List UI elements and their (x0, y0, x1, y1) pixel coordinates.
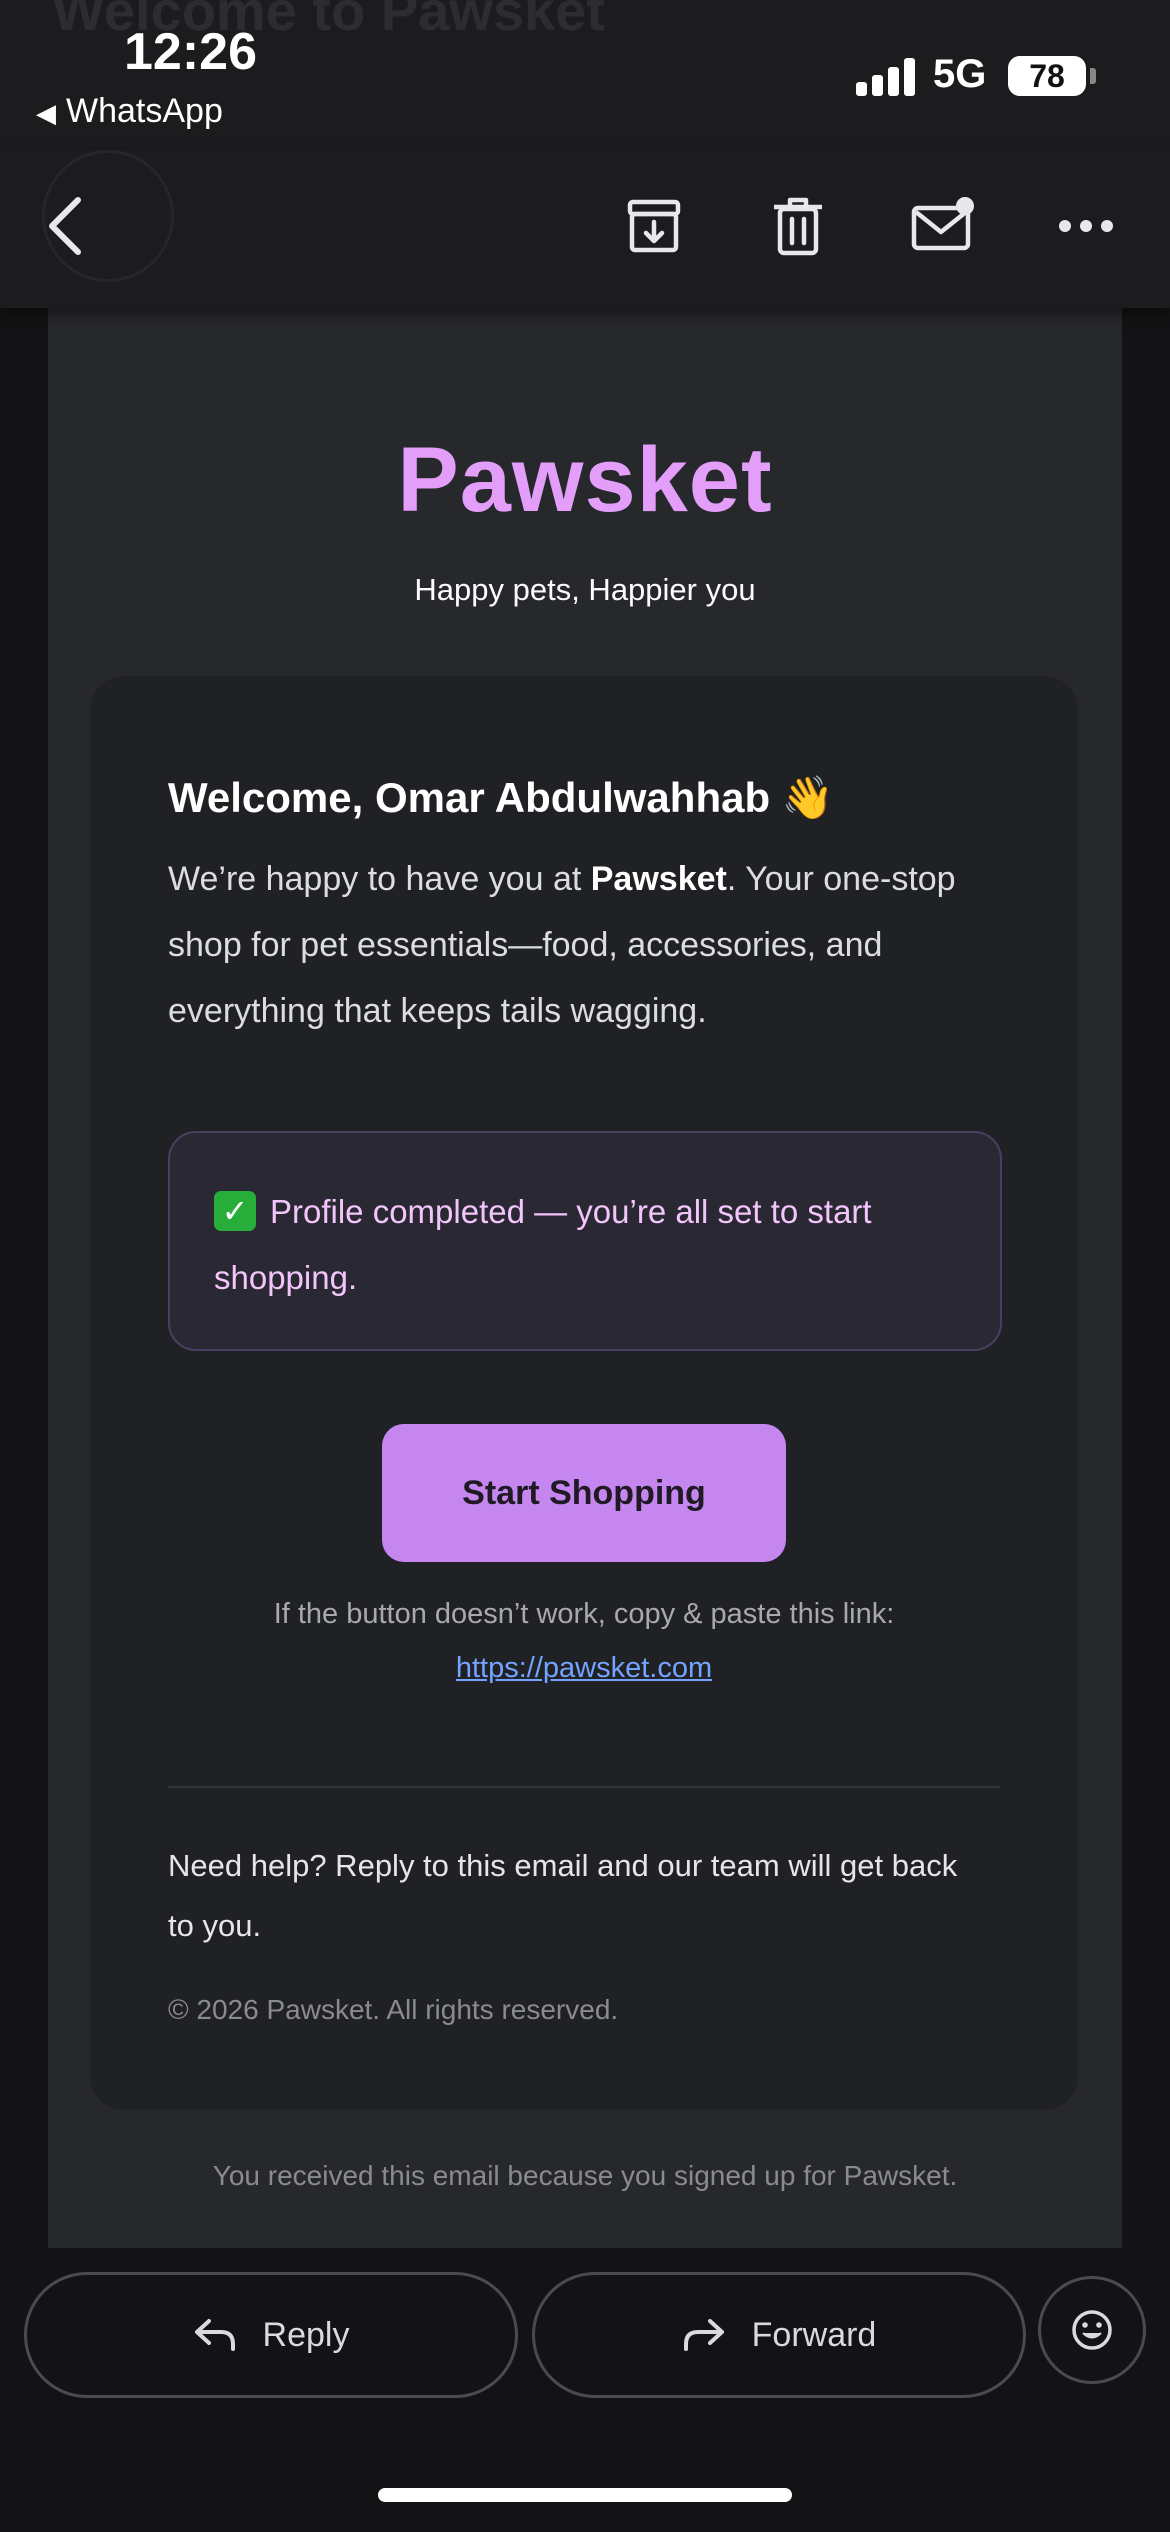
notice-text: Profile completed — you’re all set to st… (214, 1193, 872, 1296)
forward-label: Forward (751, 2315, 877, 2354)
welcome-heading: Welcome, Omar Abdulwahhab 👋 (168, 774, 835, 821)
brand-logo-text: Pawsket (397, 429, 773, 531)
cellular-signal-icon (856, 58, 916, 96)
more-icon (1059, 220, 1113, 232)
back-chevron-icon (49, 197, 81, 255)
smiley-icon (1072, 2310, 1112, 2350)
battery-tip (1090, 68, 1096, 84)
start-shopping-button[interactable]: Start Shopping (382, 1424, 786, 1562)
trash-icon (774, 197, 822, 256)
reply-label: Reply (262, 2315, 350, 2354)
forward-button[interactable]: Forward (532, 2272, 1026, 2398)
status-time: 12:26 (124, 23, 257, 81)
battery-icon: 78 (1008, 56, 1086, 96)
more-button[interactable] (1048, 188, 1124, 264)
delete-button[interactable] (760, 188, 836, 264)
intro-paragraph: We’re happy to have you at Pawsket. Your… (168, 846, 1018, 1044)
email-body: Pawsket Happy pets, Happier you Welcome,… (48, 308, 1122, 2248)
archive-icon (627, 199, 681, 253)
battery-level: 78 (1029, 57, 1065, 94)
back-triangle-icon: ◀ (36, 98, 56, 128)
divider (168, 1786, 1000, 1788)
back-app-label: WhatsApp (66, 92, 223, 130)
profile-complete-notice: ✓ Profile completed — you’re all set to … (168, 1131, 1002, 1351)
intro-brand: Pawsket (590, 860, 727, 898)
home-indicator[interactable] (378, 2488, 792, 2502)
forward-icon (683, 2319, 724, 2351)
status-bar: Welcome to Pawsket 12:26 ◀ WhatsApp 5G 78 (0, 0, 1170, 150)
emoji-reaction-button[interactable] (1038, 2276, 1146, 2384)
mark-unread-button[interactable] (904, 188, 980, 264)
reply-button[interactable]: Reply (24, 2272, 518, 2398)
back-button[interactable] (28, 188, 104, 264)
welcome-card: Welcome, Omar Abdulwahhab 👋 We’re happy … (90, 676, 1078, 2110)
footer-note: You received this email because you sign… (212, 2160, 958, 2191)
intro-prefix: We’re happy to have you at (168, 860, 591, 898)
email-toolbar (0, 150, 1170, 308)
reply-icon (194, 2319, 235, 2351)
help-text: Need help? Reply to this email and our t… (168, 1848, 958, 1943)
brand-tagline: Happy pets, Happier you (414, 572, 756, 607)
archive-button[interactable] (616, 188, 692, 264)
pawsket-link[interactable]: https://pawsket.com (90, 1652, 1078, 1685)
back-to-app-link[interactable]: ◀ WhatsApp (36, 92, 223, 131)
copyright: © 2026 Pawsket. All rights reserved. (168, 1994, 619, 2025)
mark-unread-icon (911, 197, 974, 251)
copy-link-hint: If the button doesn’t work, copy & paste… (273, 1598, 895, 1630)
network-type: 5G (933, 52, 987, 96)
